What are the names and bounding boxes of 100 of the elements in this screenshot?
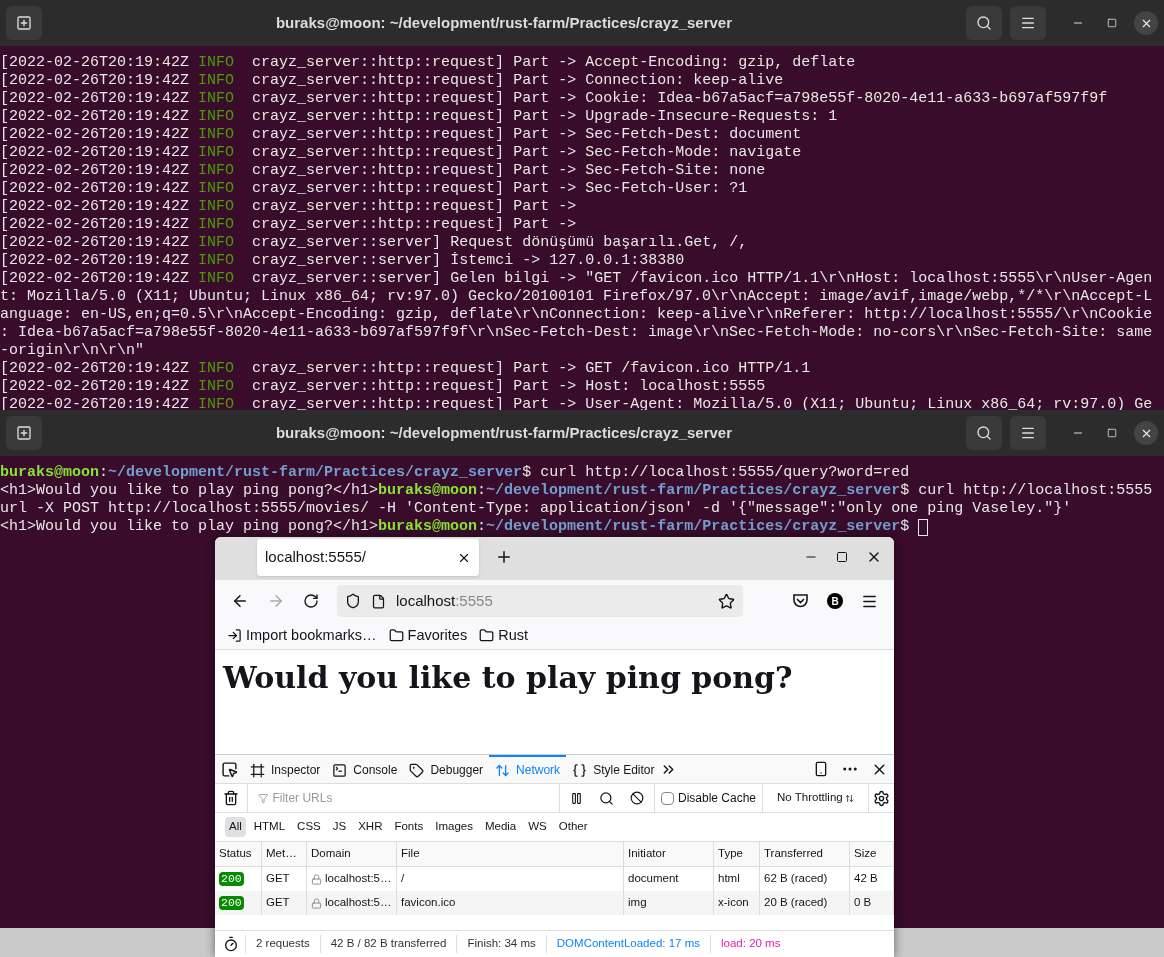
log-line: [2022-02-26T20:19:42Z INFO crayz_server::server] İstemci -> 127.0.0.1:38380	[0, 252, 686, 270]
trash-icon[interactable]	[223, 790, 239, 806]
log-line: [2022-02-26T20:19:42Z INFO crayz_server::http::request] Part ->	[0, 198, 578, 216]
responsive-mode-icon[interactable]	[813, 761, 829, 777]
import-icon	[227, 628, 242, 643]
folder-icon	[479, 628, 495, 643]
type-filter-button[interactable]: HTML	[249, 817, 290, 837]
folder-icon	[388, 628, 404, 643]
table-cell-text: img	[628, 895, 647, 911]
url-bar[interactable]: localhost:5555	[337, 585, 743, 617]
column-header[interactable]: File	[397, 842, 624, 866]
column-header[interactable]: Domain	[307, 842, 397, 866]
devtools-tab[interactable]: Style Editor	[566, 755, 661, 783]
arrows-icon	[495, 762, 511, 778]
close-button[interactable]	[1134, 11, 1158, 35]
column-header[interactable]: Met…	[262, 842, 307, 866]
braces-icon	[572, 762, 588, 778]
column-header[interactable]: Size	[850, 842, 894, 866]
type-filter-button[interactable]: Fonts	[390, 817, 428, 837]
type-filter-button[interactable]: Other	[554, 817, 592, 837]
menu-icon	[1020, 15, 1036, 31]
bookmark-star-icon[interactable]	[718, 592, 735, 610]
search-icon[interactable]	[599, 790, 614, 806]
page-heading: Would you like to play ping pong?	[223, 659, 794, 697]
terminal-line: <h1>Would you like to play ping pong?</h1>buraks@moon:~/development/rust-farm/Practices/crayz_server$	[0, 518, 911, 536]
devtools-tab[interactable]: Console	[326, 755, 404, 783]
pocket-icon[interactable]	[792, 593, 809, 609]
plus-square-icon	[16, 15, 32, 31]
block-icon[interactable]	[630, 791, 644, 805]
settings-icon[interactable]	[872, 789, 890, 807]
log-line: [2022-02-26T20:19:42Z INFO crayz_server::http::request] Part -> Cookie: Idea-b67a5acf=a798e55f-8020-4e11-a633-b697af597f9f	[0, 90, 1109, 108]
log-line: [2022-02-26T20:19:42Z INFO crayz_server::http::request] Part -> Accept-Encoding: gzip, deflate	[0, 54, 857, 72]
column-header[interactable]: Initiator	[624, 842, 714, 866]
menu-button[interactable]	[1010, 6, 1046, 40]
back-icon[interactable]	[231, 592, 249, 610]
lock-icon	[311, 897, 322, 909]
disable-cache-checkbox[interactable]: Disable Cache	[655, 784, 764, 812]
new-tab-button[interactable]	[6, 416, 42, 450]
log-line: [2022-02-26T20:19:42Z INFO crayz_server::http::request] Part -> GET /favicon.ico HTTP/1.1	[0, 360, 812, 378]
table-cell-text: localhost:5…	[325, 895, 392, 911]
table-cell-text: localhost:5…	[325, 871, 392, 887]
summary-text: 2 requests	[245, 935, 320, 953]
type-filter-button[interactable]: Media	[480, 817, 521, 837]
terminal-line: <h1>Would you like to play ping pong?</h1>buraks@moon:~/development/rust-farm/Practices/crayz_server$ curl http://localhost:5555	[0, 482, 1153, 500]
menu-icon	[1020, 425, 1036, 441]
bookmark-item[interactable]: Import bookmarks…	[227, 624, 377, 647]
new-tab-button[interactable]	[6, 6, 42, 40]
table-cell-text: 0 B	[854, 895, 872, 911]
reload-icon[interactable]	[303, 593, 319, 609]
new-tab-icon[interactable]	[495, 548, 513, 566]
type-filter-button[interactable]: CSS	[293, 817, 325, 837]
maximize-icon	[1107, 428, 1117, 438]
url-text: localhost:5555	[396, 590, 493, 611]
log-line: [2022-02-26T20:19:42Z INFO crayz_server::server] Request dönüşümü başarılı.Get, /,	[0, 234, 749, 252]
maximize-icon[interactable]	[836, 551, 848, 563]
summary-text: 42 B / 82 B transferred	[319, 935, 457, 953]
window-title: buraks@moon: ~/development/rust-farm/Practices/crayz_server	[274, 422, 734, 443]
window-title: buraks@moon: ~/development/rust-farm/Practices/crayz_server	[274, 12, 734, 33]
type-filter-button[interactable]: JS	[328, 817, 351, 837]
terminal-icon	[332, 762, 348, 778]
table-cell-text: x-icon	[718, 895, 749, 911]
pause-icon[interactable]	[570, 791, 583, 805]
element-picker-icon[interactable]	[221, 760, 238, 778]
search-button[interactable]	[966, 6, 1002, 40]
table-cell-text: 42 B	[854, 871, 878, 887]
column-header[interactable]: Transferred	[760, 842, 850, 866]
type-filter-button[interactable]: XHR	[354, 817, 387, 837]
devtools-tab[interactable]: Debugger	[403, 755, 490, 783]
table-cell-text: favicon.ico	[401, 895, 456, 911]
log-line: [2022-02-26T20:19:42Z INFO crayz_server::http::request] Part ->	[0, 216, 578, 234]
status-badge: 200	[219, 896, 244, 910]
terminal-line: buraks@moon:~/development/rust-farm/Practices/crayz_server$ curl http://localhost:5555/query?word=red	[0, 464, 910, 482]
table-cell-text: /	[401, 871, 405, 887]
menu-button[interactable]	[1010, 416, 1046, 450]
bookmark-item[interactable]: Favorites	[388, 624, 468, 647]
account-avatar[interactable]: B	[827, 593, 843, 609]
log-line: [2022-02-26T20:19:42Z INFO crayz_server::http::request] Part -> Sec-Fetch-User: ?1	[0, 180, 749, 198]
table-cell-text: 62 B (raced)	[764, 871, 828, 887]
type-filter-button[interactable]: All	[225, 817, 246, 837]
log-line: [2022-02-26T20:19:42Z INFO crayz_server::http::request] Part -> Sec-Fetch-Site: none	[0, 162, 767, 180]
devtools-tab[interactable]: Network	[489, 755, 567, 783]
column-header[interactable]: Status	[215, 842, 262, 866]
type-filter-button[interactable]: WS	[524, 817, 551, 837]
throttling-select[interactable]: No Throttling	[763, 784, 869, 812]
filter-field[interactable]: Filter URLs	[272, 789, 549, 807]
summary-text: Finish: 34 ms	[456, 935, 546, 953]
bookmark-item[interactable]: Rust	[479, 624, 528, 647]
log-line: anguage: en-US,en;q=0.5\r\nAccept-Encoding: gzip, deflate\r\nConnection: keep-alive\r\nReferer: http://localhost:5555/\r\nCookie	[0, 306, 1154, 324]
log-line: [2022-02-26T20:19:42Z INFO crayz_server::http::request] Part -> Sec-Fetch-Mode: navigate	[0, 144, 803, 162]
search-icon	[976, 425, 992, 441]
column-header[interactable]: Type	[714, 842, 760, 866]
maximize-icon	[1107, 18, 1117, 28]
browser-tab[interactable]: localhost:5555/	[257, 539, 479, 576]
log-line: -origin\r\n\r\n"	[0, 342, 146, 360]
devtools-tab[interactable]: Inspector	[244, 755, 327, 783]
status-badge: 200	[219, 872, 244, 886]
table-cell-text: document	[628, 871, 679, 887]
type-filter-button[interactable]: Images	[431, 817, 477, 837]
search-button[interactable]	[966, 416, 1002, 450]
close-button[interactable]	[1134, 421, 1158, 445]
